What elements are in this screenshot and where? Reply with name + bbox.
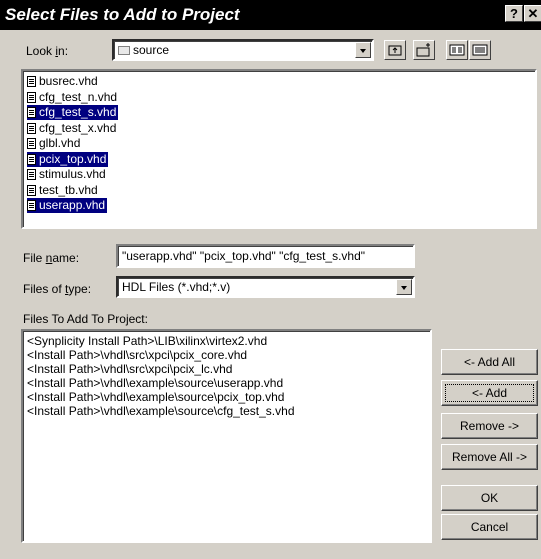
close-button[interactable]: ✕ [524, 5, 541, 22]
list-item[interactable]: <Install Path>\vhdl\src\xpci\pcix_core.v… [27, 348, 247, 362]
add-button[interactable]: <- Add [441, 380, 538, 406]
look-in-value: source [133, 43, 170, 57]
file-name-text: glbl.vhd [39, 136, 81, 150]
list-item[interactable]: <Synplicity Install Path>\LIB\xilinx\vir… [27, 334, 267, 348]
file-name-text: busrec.vhd [39, 74, 98, 88]
remove-all-button[interactable]: Remove All -> [441, 444, 538, 470]
file-icon [27, 169, 36, 180]
file-list-item[interactable]: stimulus.vhd [27, 167, 108, 182]
look-in-label: Look in: [26, 44, 69, 58]
list-view-button[interactable] [446, 40, 468, 60]
remove-button[interactable]: Remove -> [441, 413, 538, 439]
new-folder-icon [416, 43, 430, 57]
title-bar: Select Files to Add to Project ? ✕ [0, 0, 541, 30]
files-of-type-dropdown[interactable]: HDL Files (*.vhd;*.v) [116, 276, 415, 298]
list-item[interactable]: <Install Path>\vhdl\src\xpci\pcix_lc.vhd [27, 362, 232, 376]
new-folder-button[interactable] [413, 40, 435, 60]
file-list-item[interactable]: glbl.vhd [27, 136, 82, 151]
cancel-button[interactable]: Cancel [441, 514, 538, 540]
chevron-down-icon[interactable] [355, 42, 371, 58]
file-name-text: test_tb.vhd [39, 182, 98, 197]
file-name-text: pcix_top.vhd [39, 151, 107, 166]
folder-icon [118, 46, 130, 55]
file-icon [27, 76, 36, 87]
file-list-item[interactable]: test_tb.vhd [27, 183, 100, 198]
file-name-text: stimulus.vhd [39, 167, 106, 181]
file-list-item[interactable]: cfg_test_x.vhd [27, 121, 118, 136]
files-to-add-list[interactable]: <Synplicity Install Path>\LIB\xilinx\vir… [21, 329, 432, 543]
file-icon [27, 107, 36, 118]
add-all-button[interactable]: <- Add All [441, 349, 538, 375]
up-folder-button[interactable] [384, 40, 406, 60]
file-icon [27, 184, 36, 196]
look-in-dropdown[interactable]: source [112, 39, 374, 61]
file-icon [27, 138, 36, 149]
file-list[interactable]: busrec.vhd cfg_test_n.vhd cfg_test_s.vhd cf… [21, 69, 537, 229]
file-name-text: userapp.vhd [39, 198, 106, 212]
file-name-text: cfg_test_s.vhd [39, 105, 117, 119]
file-name-text: cfg_test_n.vhd [39, 89, 118, 104]
help-button[interactable]: ? [505, 5, 523, 22]
details-view-icon [472, 44, 488, 56]
list-item[interactable]: <Install Path>\vhdl\example\source\usera… [27, 376, 283, 390]
file-list-item[interactable]: busrec.vhd [27, 74, 100, 89]
file-list-item[interactable]: cfg_test_s.vhd [27, 105, 119, 120]
file-icon [27, 153, 36, 165]
file-name-label: File name: [23, 251, 80, 265]
file-name-text: cfg_test_x.vhd [39, 120, 117, 135]
file-list-item[interactable]: userapp.vhd [27, 198, 108, 213]
list-view-icon [449, 44, 465, 56]
file-list-item[interactable]: cfg_test_n.vhd [27, 90, 119, 105]
file-icon [27, 200, 36, 211]
files-to-add-label: Files To Add To Project: [23, 312, 148, 326]
file-name-input[interactable]: "userapp.vhd" "pcix_top.vhd" "cfg_test_s… [116, 244, 415, 268]
file-list-item[interactable]: pcix_top.vhd [27, 151, 109, 167]
list-item[interactable]: <Install Path>\vhdl\example\source\pcix_… [27, 390, 284, 404]
window-title: Select Files to Add to Project [5, 5, 240, 24]
chevron-down-icon[interactable] [396, 279, 412, 295]
files-of-type-label: Files of type: [23, 282, 92, 296]
list-item[interactable]: <Install Path>\vhdl\example\source\cfg_t… [27, 404, 295, 418]
details-view-button[interactable] [469, 40, 491, 60]
ok-button[interactable]: OK [441, 485, 538, 511]
file-icon [27, 122, 36, 134]
file-icon [27, 91, 36, 103]
up-folder-icon [388, 45, 402, 56]
